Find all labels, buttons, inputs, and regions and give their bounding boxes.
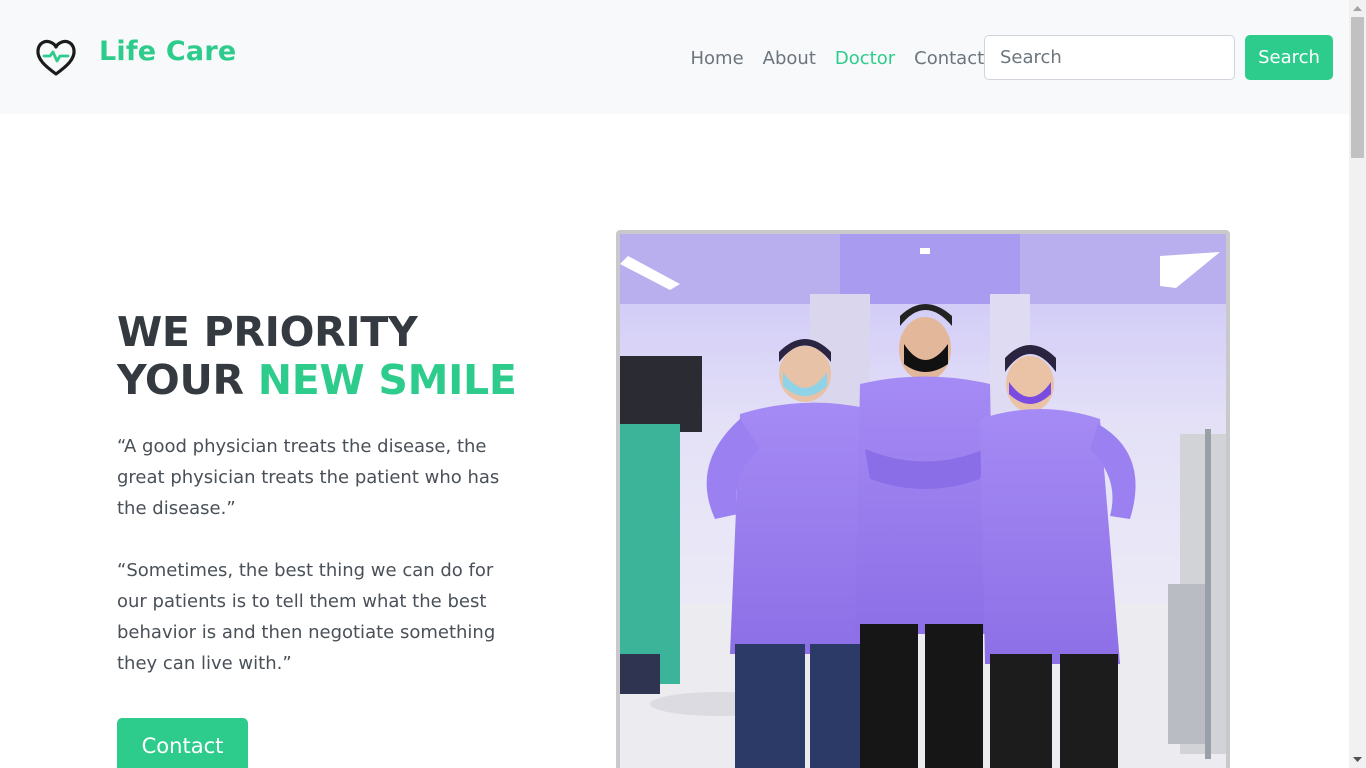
hero-title-line1: WE PRIORITY: [117, 308, 418, 356]
quote-physician: “A good physician treats the disease, th…: [117, 436, 500, 519]
navbar: Life Care Home About Doctor Contact Sear…: [0, 0, 1349, 114]
contact-button[interactable]: Contact: [117, 718, 248, 768]
nav-item-about[interactable]: About: [753, 45, 825, 73]
brand-name[interactable]: Life Care: [99, 36, 236, 67]
nav-item-doctor[interactable]: Doctor: [825, 45, 904, 73]
main-nav: Home About Doctor Contact: [681, 45, 994, 73]
hero-title-line2-prefix: YOUR: [117, 356, 258, 404]
heart-pulse-icon[interactable]: [35, 38, 77, 78]
scroll-down-arrow-icon[interactable]: [1349, 751, 1366, 768]
search-button[interactable]: Search: [1245, 35, 1333, 80]
nav-item-home[interactable]: Home: [681, 45, 753, 73]
hero-title-accent: NEW SMILE: [257, 356, 517, 404]
hero-photo: [616, 230, 1230, 768]
search-input[interactable]: [984, 35, 1235, 80]
nav-item-contact[interactable]: Contact: [905, 45, 994, 73]
page-scrollbar[interactable]: [1349, 0, 1366, 768]
quote-patients: “Sometimes, the best thing we can do for…: [117, 560, 496, 674]
medical-staff-photo: [620, 234, 1226, 768]
scrollbar-thumb[interactable]: [1351, 17, 1364, 158]
scroll-up-arrow-icon[interactable]: [1349, 0, 1366, 17]
hero-title: WE PRIORITY YOUR NEW SMILE: [117, 308, 587, 404]
